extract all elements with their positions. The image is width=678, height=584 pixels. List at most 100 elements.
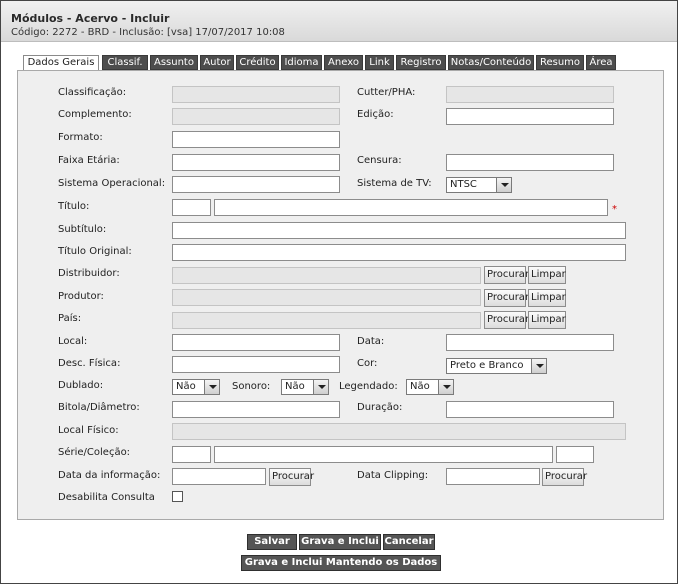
sonoro-value: Não [285,381,305,392]
tab-anexo[interactable]: Anexo [324,55,363,70]
data-informacao-procurar-button[interactable]: Procurar [269,468,314,486]
data-clipping-procurar-button[interactable]: Procurar [542,468,587,486]
sonoro-select[interactable]: Não [281,379,329,395]
label-titulo-original: Título Original: [58,246,132,257]
titulo-prefix-input[interactable] [172,199,211,216]
chevron-down-icon [204,380,219,394]
label-local: Local: [58,336,88,347]
salvar-button[interactable]: Salvar [247,534,297,550]
serie-number-input[interactable] [556,446,594,463]
pais-field [172,312,481,329]
label-data-clipping: Data Clipping: [357,470,429,481]
label-desc-fisica: Desc. Física: [58,358,121,369]
legendado-value: Não [410,381,430,392]
chevron-down-icon [531,359,546,373]
chevron-down-icon [438,380,453,394]
cancelar-button[interactable]: Cancelar [383,534,435,550]
cutter-field [446,86,614,103]
tab-idioma[interactable]: Idioma [281,55,322,70]
local-fisico-field [172,423,626,440]
label-titulo: Título: [58,201,90,212]
label-sistema-operacional: Sistema Operacional: [58,178,166,189]
subtitulo-input[interactable] [172,222,626,239]
desc-fisica-input[interactable] [172,356,340,373]
duracao-input[interactable] [446,401,614,418]
title-bar: Módulos - Acervo - Incluir Código: 2272 … [1,1,677,42]
sistema-tv-select[interactable]: NTSC [446,177,512,193]
formato-input[interactable] [172,131,340,148]
data-informacao-input[interactable] [172,468,266,485]
label-formato: Formato: [58,132,103,143]
produtor-limpar-button[interactable]: Limpar [528,289,566,307]
local-input[interactable] [172,334,340,351]
grava-inclui-mantendo-button[interactable]: Grava e Inclui Mantendo os Dados [241,555,441,571]
label-serie: Série/Coleção: [58,447,131,458]
label-pais: País: [58,313,82,324]
window-title: Módulos - Acervo - Incluir [11,12,170,25]
tab-dados-gerais[interactable]: Dados Gerais [23,55,99,71]
label-data: Data: [357,336,385,347]
label-classificacao: Classificação: [58,87,127,98]
tab-link[interactable]: Link [365,55,394,70]
label-edicao: Edição: [357,109,394,120]
chevron-down-icon [496,178,511,192]
distribuidor-procurar-button[interactable]: Procurar [484,266,529,284]
bitola-input[interactable] [172,401,340,418]
tab-autor[interactable]: Autor [200,55,234,70]
label-complemento: Complemento: [58,109,132,120]
tab-credito[interactable]: Crédito [236,55,279,70]
tab-assunto[interactable]: Assunto [150,55,198,70]
sistema-operacional-input[interactable] [172,176,340,193]
label-faixa-etaria: Faixa Etária: [58,155,120,166]
pais-procurar-button[interactable]: Procurar [484,311,529,329]
faixa-etaria-input[interactable] [172,154,340,171]
label-censura: Censura: [357,155,402,166]
required-mark: * [612,204,617,215]
label-cutter: Cutter/PHA: [357,87,416,98]
chevron-down-icon [313,380,328,394]
cor-select[interactable]: Preto e Branco [446,358,547,374]
titulo-input[interactable] [214,199,608,216]
label-sistema-tv: Sistema de TV: [357,178,432,189]
dialog-window: Módulos - Acervo - Incluir Código: 2272 … [0,0,678,584]
label-bitola: Bitola/Diâmetro: [58,402,140,413]
dublado-select[interactable]: Não [172,379,220,395]
dublado-value: Não [176,381,196,392]
legendado-select[interactable]: Não [406,379,454,395]
produtor-field [172,289,481,306]
pais-limpar-button[interactable]: Limpar [528,311,566,329]
label-data-informacao: Data da informação: [58,470,161,481]
record-info: Código: 2272 - BRD - Inclusão: [vsa] 17/… [11,27,285,38]
label-desabilita-consulta: Desabilita Consulta [58,492,155,503]
titulo-original-input[interactable] [172,244,626,261]
cor-value: Preto e Branco [450,360,524,371]
serie-input[interactable] [214,446,553,463]
desabilita-consulta-checkbox[interactable] [172,491,183,502]
label-distribuidor: Distribuidor: [58,268,120,279]
complemento-field [172,108,340,125]
distribuidor-field [172,267,481,284]
tab-classif[interactable]: Classif. [102,55,148,70]
label-subtitulo: Subtítulo: [58,224,107,235]
label-legendado: Legendado: [339,381,398,392]
grava-inclui-button[interactable]: Grava e Inclui [299,534,381,550]
tab-resumo[interactable]: Resumo [536,55,584,70]
tab-area[interactable]: Área [586,55,616,70]
censura-input[interactable] [446,154,614,171]
serie-prefix-input[interactable] [172,446,211,463]
label-cor: Cor: [357,358,378,369]
label-sonoro: Sonoro: [232,381,271,392]
label-local-fisico: Local Físico: [58,425,119,436]
label-produtor: Produtor: [58,291,104,302]
data-input[interactable] [446,334,614,351]
data-clipping-input[interactable] [446,468,540,485]
label-duracao: Duração: [357,402,403,413]
label-dublado: Dublado: [58,380,104,391]
produtor-procurar-button[interactable]: Procurar [484,289,529,307]
tab-registro[interactable]: Registro [396,55,446,70]
edicao-input[interactable] [446,108,614,125]
distribuidor-limpar-button[interactable]: Limpar [528,266,566,284]
form-panel: Classificação: Cutter/PHA: Complemento: … [17,70,664,520]
tab-notas-conteudo[interactable]: Notas/Conteúdo [448,55,534,70]
sistema-tv-value: NTSC [450,179,477,190]
